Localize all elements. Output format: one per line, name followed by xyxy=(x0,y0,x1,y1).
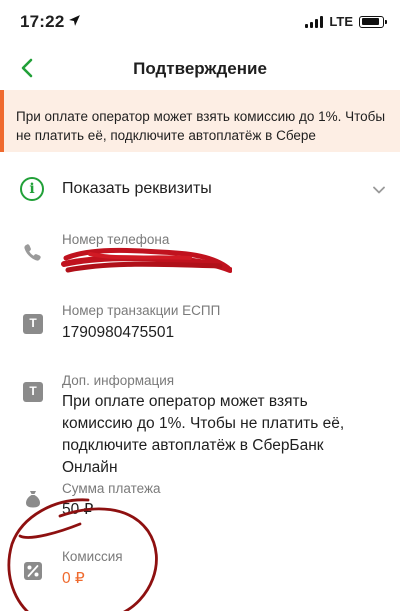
transaction-label: Номер транзакции ЕСПП xyxy=(62,303,221,318)
page-title: Подтверждение xyxy=(133,59,267,78)
extra-info-label: Доп. информация xyxy=(62,373,175,388)
chevron-down-icon xyxy=(373,186,385,194)
transaction-value: 1790980475501 xyxy=(62,324,175,341)
amount-value: 50 ₽ xyxy=(62,501,94,518)
amount-field: Сумма платежа 50 ₽ xyxy=(0,481,400,531)
commission-value: 0 ₽ xyxy=(62,570,85,587)
commission-field: Комиссия 0 ₽ xyxy=(0,549,400,599)
extra-info-field: T Доп. информация При оплате оператор мо… xyxy=(0,373,400,476)
signal-icon xyxy=(305,15,324,28)
commission-label: Комиссия xyxy=(62,549,123,564)
amount-label: Сумма платежа xyxy=(62,481,161,496)
text-icon: T xyxy=(23,314,43,334)
extra-info-value: При оплате оператор может взять комиссию… xyxy=(62,393,345,476)
phone-icon xyxy=(24,244,41,261)
network-type: LTE xyxy=(329,14,353,29)
money-bag-icon xyxy=(26,491,40,508)
status-indicators: LTE xyxy=(305,14,387,29)
show-details-label: Показать реквизиты xyxy=(62,180,212,197)
location-arrow-icon xyxy=(69,15,80,26)
status-time: 17:22 xyxy=(20,12,65,31)
text-icon: T xyxy=(23,382,43,402)
transaction-field: T Номер транзакции ЕСПП 1790980475501 xyxy=(0,303,400,363)
percent-icon xyxy=(24,562,42,580)
nav-bar: Подтверждение xyxy=(0,48,400,90)
battery-icon xyxy=(359,15,387,28)
info-icon: i xyxy=(20,177,44,201)
show-details-row[interactable]: i Показать реквизиты xyxy=(0,166,400,214)
redaction-scribble xyxy=(61,247,232,273)
status-bar: 17:22 LTE xyxy=(0,0,400,44)
commission-warning-banner: При оплате оператор может взять комиссию… xyxy=(0,90,400,152)
